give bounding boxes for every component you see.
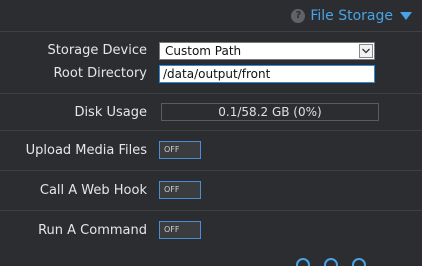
section-header[interactable]: ? File Storage (0, 0, 422, 32)
help-icon[interactable]: ? (291, 8, 306, 23)
divider (0, 130, 422, 131)
footer-icon[interactable] (324, 258, 338, 266)
disk-usage-value: 0.1/58.2 GB (0%) (218, 105, 322, 119)
web-hook-toggle[interactable]: OFF (159, 181, 201, 199)
toggle-state: OFF (164, 145, 180, 154)
chevron-down-icon[interactable] (359, 44, 373, 58)
run-command-toggle[interactable]: OFF (159, 221, 201, 239)
storage-device-label: Storage Device (47, 43, 147, 58)
toggle-state: OFF (164, 225, 180, 234)
disk-usage-label: Disk Usage (74, 105, 147, 120)
storage-device-value: Custom Path (165, 44, 242, 58)
footer-icon[interactable] (296, 258, 310, 266)
storage-device-select[interactable]: Custom Path (159, 42, 375, 60)
upload-media-label: Upload Media Files (25, 143, 147, 158)
run-command-label: Run A Command (38, 223, 147, 238)
divider (0, 93, 422, 94)
section-title[interactable]: File Storage (310, 8, 393, 24)
disk-usage-bar: 0.1/58.2 GB (0%) (161, 103, 379, 121)
footer-icons (296, 258, 366, 266)
web-hook-label: Call A Web Hook (39, 183, 147, 198)
divider (0, 210, 422, 211)
caret-down-icon[interactable] (400, 11, 412, 20)
root-directory-input[interactable]: /data/output/front (159, 65, 375, 83)
toggle-state: OFF (164, 185, 180, 194)
root-directory-value: /data/output/front (163, 67, 271, 81)
divider (0, 170, 422, 171)
file-storage-panel: ? File Storage Storage Device Custom Pat… (0, 0, 422, 266)
footer-icon[interactable] (352, 258, 366, 266)
upload-media-toggle[interactable]: OFF (159, 141, 201, 159)
root-directory-label: Root Directory (53, 66, 147, 81)
